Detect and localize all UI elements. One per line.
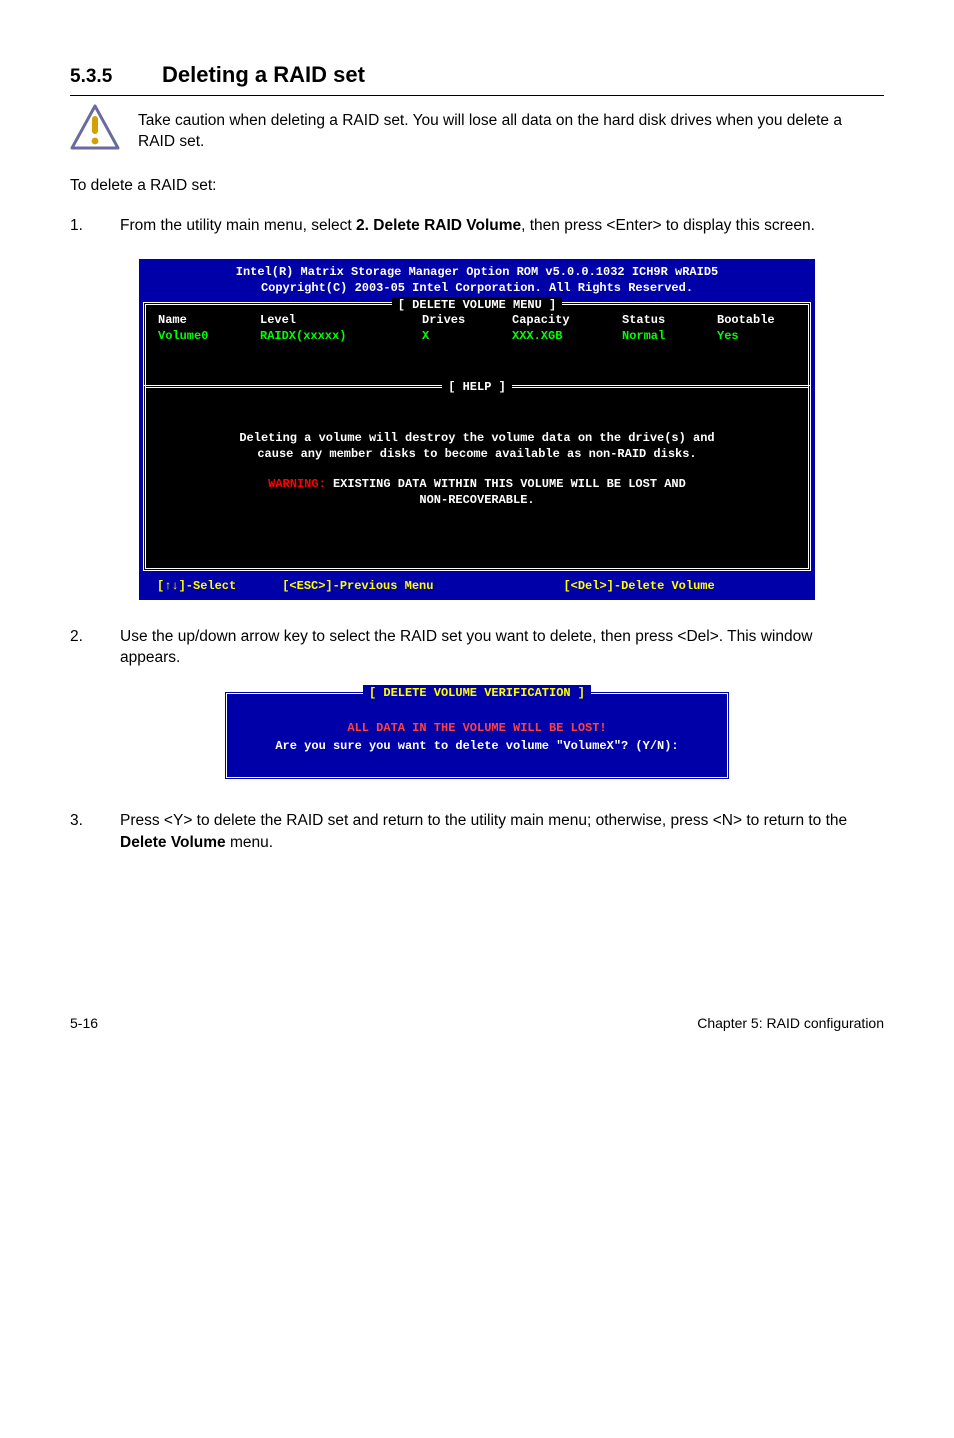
dialog-body: ALL DATA IN THE VOLUME WILL BE LOST! Are…	[227, 720, 727, 755]
step3-pre: Press <Y> to delete the RAID set and ret…	[120, 812, 847, 829]
caution-text: Take caution when deleting a RAID set. Y…	[138, 104, 884, 153]
bios-help-body: Deleting a volume will destroy the volum…	[146, 430, 808, 509]
step-number: 2.	[70, 626, 120, 669]
step-body: Use the up/down arrow key to select the …	[120, 626, 884, 669]
step3-post: menu.	[226, 834, 273, 851]
bios-menu-title: [ DELETE VOLUME MENU ]	[392, 297, 562, 313]
section-number: 5.3.5	[70, 64, 162, 91]
step-body: From the utility main menu, select 2. De…	[120, 215, 884, 237]
col-status: Status	[622, 312, 717, 328]
caution-icon	[70, 104, 120, 150]
col-drives: Drives	[422, 312, 512, 328]
dialog-warning: ALL DATA IN THE VOLUME WILL BE LOST!	[227, 720, 727, 737]
row-drives: X	[422, 328, 512, 344]
section-header: 5.3.5 Deleting a RAID set	[70, 60, 884, 96]
step-1: 1. From the utility main menu, select 2.…	[70, 215, 884, 237]
help-line2: cause any member disks to become availab…	[146, 446, 808, 462]
step1-pre: From the utility main menu, select	[120, 217, 356, 234]
row-level: RAIDX(xxxxx)	[260, 328, 422, 344]
warning-label: WARNING:	[268, 477, 326, 491]
section-title: Deleting a RAID set	[162, 60, 365, 91]
dialog-prompt[interactable]: Are you sure you want to delete volume "…	[227, 738, 727, 755]
step-number: 3.	[70, 810, 120, 853]
row-bootable: Yes	[717, 328, 796, 344]
chapter-label: Chapter 5: RAID configuration	[697, 1014, 884, 1034]
step3-bold: Delete Volume	[120, 834, 226, 851]
step-number: 1.	[70, 215, 120, 237]
footer-select: [↑↓]-Select	[157, 578, 236, 594]
col-bootable: Bootable	[717, 312, 796, 328]
step-3: 3. Press <Y> to delete the RAID set and …	[70, 810, 884, 853]
dialog-title: [ DELETE VOLUME VERIFICATION ]	[363, 685, 591, 702]
bios-header-line1: Intel(R) Matrix Storage Manager Option R…	[139, 264, 815, 280]
col-name: Name	[158, 312, 260, 328]
caution-row: Take caution when deleting a RAID set. Y…	[70, 104, 884, 153]
bios-volume-row[interactable]: Volume0 RAIDX(xxxxx) X XXX.XGB Normal Ye…	[146, 328, 808, 345]
row-capacity: XXX.XGB	[512, 328, 622, 344]
bios-header-line2: Copyright(C) 2003-05 Intel Corporation. …	[139, 280, 815, 296]
step-2: 2. Use the up/down arrow key to select t…	[70, 626, 884, 669]
page-footer: 5-16 Chapter 5: RAID configuration	[70, 1014, 884, 1034]
bios-help-panel: [ HELP ] Deleting a volume will destroy …	[143, 385, 811, 571]
intro-text: To delete a RAID set:	[70, 175, 884, 197]
delete-verification-dialog: [ DELETE VOLUME VERIFICATION ] ALL DATA …	[224, 691, 730, 780]
help-line4: NON-RECOVERABLE.	[146, 492, 808, 508]
page-number: 5-16	[70, 1014, 98, 1034]
bios-help-title: [ HELP ]	[442, 379, 512, 395]
step-body: Press <Y> to delete the RAID set and ret…	[120, 810, 884, 853]
step1-bold: 2. Delete RAID Volume	[356, 217, 521, 234]
step1-post: , then press <Enter> to display this scr…	[521, 217, 815, 234]
warning-rest: EXISTING DATA WITHIN THIS VOLUME WILL BE…	[326, 477, 686, 491]
footer-prev: [<ESC>]-Previous Menu	[282, 578, 433, 594]
row-status: Normal	[622, 328, 717, 344]
bios-panel: [ DELETE VOLUME MENU ] Name Level Drives…	[143, 302, 811, 572]
col-capacity: Capacity	[512, 312, 622, 328]
bios-header: Intel(R) Matrix Storage Manager Option R…	[139, 259, 815, 302]
col-level: Level	[260, 312, 422, 328]
bios-footer: [↑↓]-Select [<ESC>]-Previous Menu [<Del>…	[139, 575, 815, 599]
bios-col-headers: Name Level Drives Capacity Status Bootab…	[146, 312, 808, 328]
bios-screen: Intel(R) Matrix Storage Manager Option R…	[139, 259, 815, 600]
footer-delete: [<Del>]-Delete Volume	[563, 578, 714, 594]
row-name: Volume0	[158, 328, 260, 344]
help-line1: Deleting a volume will destroy the volum…	[146, 430, 808, 446]
help-warning: WARNING: EXISTING DATA WITHIN THIS VOLUM…	[146, 476, 808, 492]
